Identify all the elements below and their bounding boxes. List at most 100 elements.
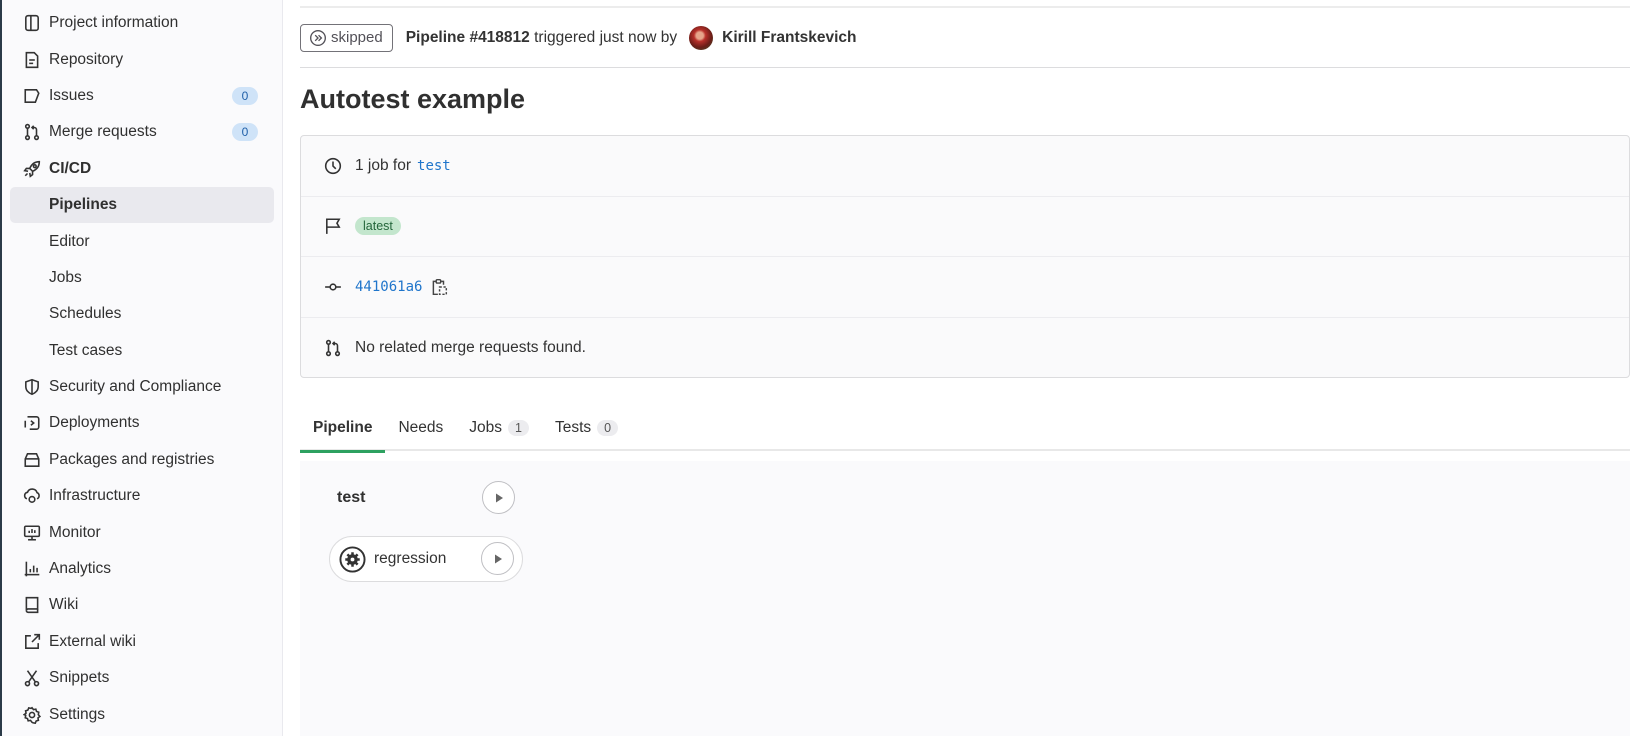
merge-requests-row: No related merge requests found. xyxy=(301,318,1629,379)
commit-sha-link[interactable]: 441061a6 xyxy=(355,279,422,295)
sidebar-subitem-pipelines[interactable]: Pipelines xyxy=(10,186,274,224)
sidebar-subitem-label: Schedules xyxy=(49,305,122,323)
tab-label: Pipeline xyxy=(313,419,373,436)
avatar[interactable] xyxy=(689,25,714,50)
tab-label: Tests xyxy=(554,419,592,436)
status-badge[interactable]: skipped xyxy=(300,23,393,52)
sidebar-item-infrastructure[interactable]: Infrastructure xyxy=(2,478,282,514)
sidebar-item-label: Settings xyxy=(49,705,106,723)
sidebar-item-packages-registries[interactable]: Packages and registries xyxy=(2,442,282,478)
sidebar-item-label: Snippets xyxy=(49,669,110,687)
pipeline-info-box: 1 job for test latest 441061a6 No relate… xyxy=(300,135,1630,378)
gear-icon xyxy=(22,705,42,725)
sidebar-item-project-information[interactable]: Project information xyxy=(2,5,282,41)
rocket-icon xyxy=(22,159,42,179)
sidebar-item-snippets[interactable]: Snippets xyxy=(2,660,282,696)
sidebar-item-monitor[interactable]: Monitor xyxy=(2,514,282,550)
pipeline-header: skipped Pipeline #418812 triggered just … xyxy=(300,8,1630,68)
sidebar-item-label: Infrastructure xyxy=(49,487,141,505)
sidebar-item-deployments[interactable]: Deployments xyxy=(2,405,282,441)
sidebar-item-label: Project information xyxy=(49,14,179,32)
sidebar-item-label: Analytics xyxy=(49,560,112,578)
sidebar-subitem-jobs[interactable]: Jobs xyxy=(2,260,282,296)
main-content: skipped Pipeline #418812 triggered just … xyxy=(300,0,1630,736)
sidebar-item-label: Security and Compliance xyxy=(49,378,222,396)
skipped-icon xyxy=(310,29,326,46)
sidebar: Project information Repository Issues 0 … xyxy=(2,0,283,736)
play-stage-button[interactable] xyxy=(482,481,515,514)
analytics-icon xyxy=(22,559,42,579)
sidebar-item-label: Monitor xyxy=(49,523,101,541)
pipeline-tabs: Pipeline Needs Jobs 1 Tests 0 xyxy=(300,405,1630,453)
job-item[interactable]: regression xyxy=(329,536,523,582)
stage-title: test xyxy=(337,489,366,506)
author-link[interactable]: Kirill Frantskevich xyxy=(722,29,856,47)
play-icon xyxy=(494,554,502,563)
sidebar-item-label: CI/CD xyxy=(49,159,92,177)
sidebar-item-merge-requests[interactable]: Merge requests 0 xyxy=(2,114,282,150)
tab-pipeline[interactable]: Pipeline xyxy=(300,405,386,453)
sidebar-subitem-test-cases[interactable]: Test cases xyxy=(2,333,282,369)
merge-requests-count-badge: 0 xyxy=(232,123,258,142)
pipeline-id: Pipeline #418812 xyxy=(405,28,530,46)
tests-count-badge: 0 xyxy=(597,420,619,436)
jobs-text: 1 job for xyxy=(355,156,412,174)
sidebar-subitem-editor[interactable]: Editor xyxy=(2,223,282,259)
document-icon xyxy=(22,50,42,70)
sidebar-item-label: Issues xyxy=(49,86,94,104)
commit-icon xyxy=(323,277,343,297)
issues-count-badge: 0 xyxy=(232,86,258,105)
cloud-gear-icon xyxy=(22,486,42,506)
scissors-icon xyxy=(22,668,42,688)
sidebar-item-label: Repository xyxy=(49,50,124,68)
sidebar-item-label: External wiki xyxy=(49,632,136,650)
tab-tests[interactable]: Tests 0 xyxy=(542,405,631,451)
sidebar-subitem-label: Pipelines xyxy=(49,196,118,214)
merge-request-icon xyxy=(22,122,42,142)
latest-badge: latest xyxy=(355,217,401,236)
project-info-icon xyxy=(22,13,42,33)
sidebar-item-external-wiki[interactable]: External wiki xyxy=(2,624,282,660)
sidebar-item-analytics[interactable]: Analytics xyxy=(2,551,282,587)
sidebar-item-wiki[interactable]: Wiki xyxy=(2,587,282,623)
status-label: skipped xyxy=(331,29,383,46)
flag-icon xyxy=(323,216,343,236)
sidebar-subitem-label: Test cases xyxy=(49,341,123,359)
tab-jobs[interactable]: Jobs 1 xyxy=(456,405,542,451)
sidebar-item-repository[interactable]: Repository xyxy=(2,41,282,77)
sidebar-item-label: Deployments xyxy=(49,414,140,432)
tab-label: Jobs xyxy=(469,419,502,436)
pipeline-graph: test regression xyxy=(300,461,1630,736)
clock-icon xyxy=(323,156,343,176)
sidebar-item-cicd[interactable]: CI/CD xyxy=(2,151,282,187)
sidebar-item-settings[interactable]: Settings xyxy=(2,696,282,732)
sidebar-item-issues[interactable]: Issues 0 xyxy=(2,78,282,114)
tab-needs[interactable]: Needs xyxy=(385,405,456,451)
sidebar-item-label: Packages and registries xyxy=(49,450,215,468)
merge-request-icon xyxy=(323,338,343,358)
play-job-button[interactable] xyxy=(481,542,514,575)
monitor-icon xyxy=(22,523,42,543)
sidebar-subitem-schedules[interactable]: Schedules xyxy=(2,296,282,332)
copy-icon[interactable] xyxy=(430,278,448,296)
pipeline-summary: Pipeline #418812 triggered just now by xyxy=(406,29,677,47)
book-icon xyxy=(22,595,42,615)
sidebar-item-label: Merge requests xyxy=(49,123,157,141)
badges-row: latest xyxy=(301,197,1629,257)
external-link-icon xyxy=(22,632,42,652)
issues-icon xyxy=(22,86,42,106)
triggered-text: triggered just now by xyxy=(529,28,678,46)
sidebar-item-security-compliance[interactable]: Security and Compliance xyxy=(2,369,282,405)
page-title: Autotest example xyxy=(300,84,526,114)
job-name: regression xyxy=(374,550,447,567)
tab-label: Needs xyxy=(398,419,444,436)
ref-link[interactable]: test xyxy=(417,158,451,174)
jobs-info-row: 1 job for test xyxy=(301,136,1629,197)
merge-requests-text: No related merge requests found. xyxy=(355,338,586,356)
sidebar-subitem-label: Jobs xyxy=(49,268,82,286)
sidebar-subitem-label: Editor xyxy=(49,232,90,250)
deployments-icon xyxy=(22,413,42,433)
package-icon xyxy=(22,450,42,470)
commit-row: 441061a6 xyxy=(301,257,1629,318)
play-icon xyxy=(495,493,503,502)
